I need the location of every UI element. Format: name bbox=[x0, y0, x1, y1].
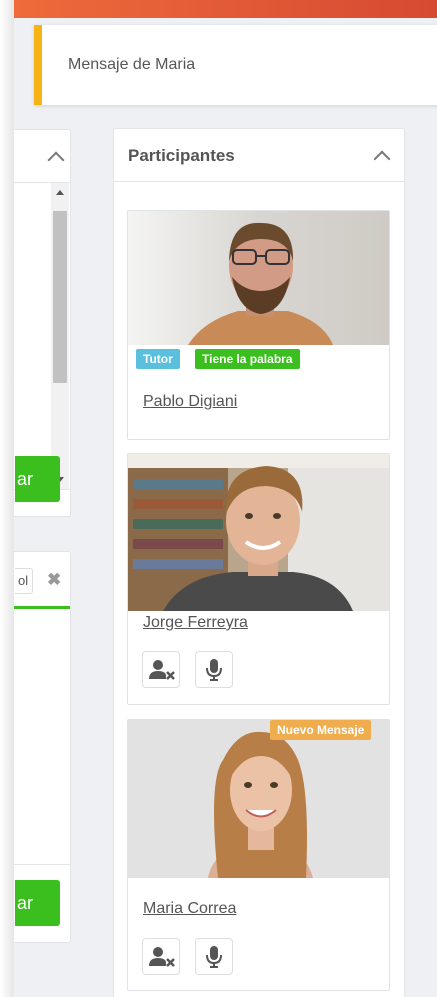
participant-video bbox=[128, 720, 389, 878]
remove-user-button[interactable] bbox=[142, 651, 180, 688]
participants-panel: Participantes Tutor Tiene la palabra Pab… bbox=[113, 128, 405, 997]
left-panel-bottom: ol ✖ ar bbox=[14, 551, 71, 943]
has-floor-badge: Tiene la palabra bbox=[195, 349, 300, 369]
tutor-badge: Tutor bbox=[136, 349, 180, 369]
participant-name[interactable]: Pablo Digiani bbox=[143, 393, 237, 411]
scroll-up-arrow-icon[interactable] bbox=[56, 190, 64, 195]
left-panel-top: ar bbox=[14, 129, 71, 517]
new-message-toast[interactable]: Mensaje de Maria bbox=[34, 25, 437, 105]
left-panel-top-list bbox=[14, 183, 70, 490]
close-icon[interactable]: ✖ bbox=[47, 570, 61, 590]
participant-card: Tutor Tiene la palabra Pablo Digiani bbox=[127, 210, 390, 440]
app-frame: Mensaje de Maria ar ol ✖ ar Participante… bbox=[14, 0, 437, 997]
participant-video bbox=[128, 211, 389, 345]
new-message-badge: Nuevo Mensaje bbox=[270, 720, 372, 740]
window-edge bbox=[0, 0, 14, 997]
microphone-button[interactable] bbox=[195, 651, 233, 688]
scrollbar-thumb[interactable] bbox=[53, 211, 67, 383]
participant-card: Jorge Ferreyra bbox=[127, 453, 390, 705]
chevron-up-icon[interactable] bbox=[373, 150, 391, 168]
toast-message: Mensaje de Maria bbox=[68, 56, 196, 73]
remove-user-button[interactable] bbox=[142, 938, 180, 975]
left-panel-top-button[interactable]: ar bbox=[15, 456, 60, 502]
participant-name[interactable]: Maria Correa bbox=[143, 900, 236, 918]
microphone-icon bbox=[206, 946, 222, 968]
left-panel-bottom-button[interactable]: ar bbox=[15, 880, 60, 926]
microphone-icon bbox=[206, 659, 222, 681]
participant-video bbox=[128, 454, 389, 611]
left-panel-bottom-body bbox=[14, 609, 70, 865]
text-input[interactable]: ol bbox=[15, 568, 33, 594]
participants-title: Participantes bbox=[128, 146, 235, 165]
top-bar bbox=[14, 0, 437, 18]
left-panel-top-header bbox=[14, 130, 70, 183]
participant-name[interactable]: Jorge Ferreyra bbox=[143, 614, 248, 632]
left-panel-bottom-header: ol ✖ bbox=[14, 552, 70, 609]
chevron-up-icon[interactable] bbox=[47, 151, 65, 169]
user-times-icon bbox=[149, 947, 175, 967]
scrollbar[interactable] bbox=[51, 183, 69, 489]
microphone-button[interactable] bbox=[195, 938, 233, 975]
participants-header: Participantes bbox=[114, 129, 404, 182]
user-times-icon bbox=[149, 660, 175, 680]
participant-card: Nuevo Mensaje Maria Correa bbox=[127, 719, 390, 991]
